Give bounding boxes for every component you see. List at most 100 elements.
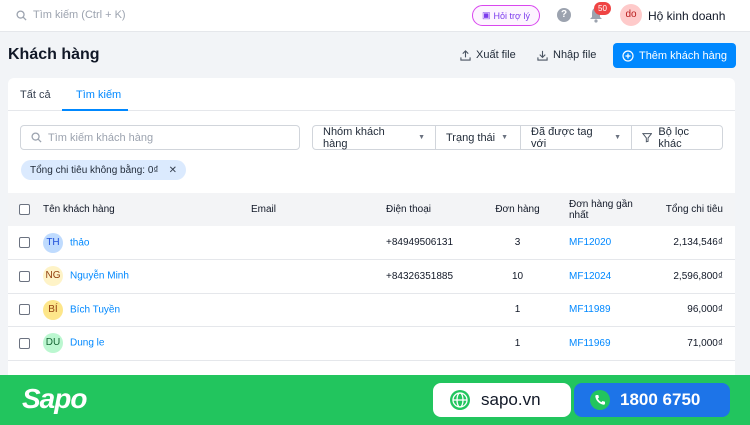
last-order-link[interactable]: MF11969 <box>569 338 611 349</box>
tab-search[interactable]: Tìm kiếm <box>76 89 121 101</box>
tab-bar: Tất cả Tìm kiếm <box>8 78 735 111</box>
row-checkbox[interactable] <box>19 236 30 248</box>
last-order-link[interactable]: MF12024 <box>569 271 611 282</box>
assistant-button[interactable]: ▣ Hỏi trợ lý <box>472 5 540 26</box>
plus-circle-icon <box>622 49 634 62</box>
table-row[interactable]: NG Nguyễn Minh +84326351885 10 MF12024 2,596,… <box>8 259 735 294</box>
help-icon[interactable]: ? <box>557 8 571 22</box>
sapo-logo: Sapo <box>22 383 87 414</box>
filter-bar: Nhóm khách hàng ▼ Trạng thái ▼ Đã được t… <box>312 125 723 150</box>
more-filters-button[interactable]: Bộ lọc khác <box>632 126 722 150</box>
header-orders[interactable]: Đơn hàng <box>481 193 554 226</box>
avatar[interactable]: do <box>620 4 642 26</box>
search-icon <box>16 9 27 21</box>
row-checkbox[interactable] <box>19 337 30 349</box>
customer-phone: +84949506131 <box>386 226 481 260</box>
header-total-spent[interactable]: Tổng chi tiêu <box>654 193 735 226</box>
customer-total-spent: 96,000₫ <box>654 293 735 327</box>
tag-label: Đã được tag với <box>531 125 593 150</box>
customer-group-filter[interactable]: Nhóm khách hàng ▼ <box>313 126 436 150</box>
filter-funnel-icon <box>642 133 653 143</box>
customer-total-spent: 2,596,800₫ <box>654 259 735 294</box>
row-select-cell <box>8 293 38 327</box>
customer-search-input[interactable]: Tìm kiếm khách hàng <box>20 125 300 150</box>
customer-name-cell: BÍ Bích Tuyền <box>38 293 251 327</box>
customer-name-cell: DU Dung le <box>38 326 251 361</box>
tag-filter[interactable]: Đã được tag với ▼ <box>521 125 632 150</box>
customer-name-link[interactable]: Bích Tuyền <box>70 304 120 315</box>
customer-total-spent: 71,000₫ <box>654 326 735 361</box>
promo-banner: Sapo sapo.vn 1800 6750 <box>0 375 750 425</box>
hotline-pill[interactable]: 1800 6750 <box>574 383 730 417</box>
download-icon <box>537 50 548 61</box>
customer-phone: +84326351885 <box>386 259 481 294</box>
header-email[interactable]: Email <box>251 193 386 226</box>
row-checkbox[interactable] <box>19 304 30 316</box>
last-order-cell: MF11989 <box>554 293 654 327</box>
customer-order-count: 1 <box>481 326 554 361</box>
tab-all[interactable]: Tất cả <box>20 89 51 101</box>
last-order-link[interactable]: MF11989 <box>569 304 611 315</box>
top-bar: Tìm kiếm (Ctrl + K) ▣ Hỏi trợ lý ? 50 do… <box>0 0 750 32</box>
customer-name-link[interactable]: Dung le <box>70 338 104 349</box>
row-checkbox[interactable] <box>19 270 30 282</box>
assistant-label: Hỏi trợ lý <box>493 10 530 21</box>
page-title: Khách hàng <box>8 46 100 63</box>
customer-avatar: TH <box>43 232 63 253</box>
search-icon <box>31 132 42 143</box>
export-button[interactable]: Xuất file <box>460 49 516 61</box>
add-customer-label: Thêm khách hàng <box>638 49 728 62</box>
row-select-cell <box>8 226 38 260</box>
customer-phone <box>386 326 481 361</box>
customer-order-count: 1 <box>481 293 554 327</box>
customer-name-link[interactable]: Nguyễn Minh <box>70 271 129 282</box>
customer-phone <box>386 293 481 327</box>
select-all-checkbox[interactable] <box>19 203 30 215</box>
global-search-placeholder: Tìm kiếm (Ctrl + K) <box>33 9 126 21</box>
customer-email <box>251 226 386 260</box>
customer-email <box>251 293 386 327</box>
caret-down-icon: ▼ <box>501 134 509 141</box>
add-customer-button[interactable]: Thêm khách hàng <box>613 43 736 68</box>
header-last-order[interactable]: Đơn hàng gần nhất <box>554 193 654 226</box>
select-all-cell <box>8 193 38 226</box>
customer-order-count: 3 <box>481 226 554 260</box>
assistant-icon: ▣ <box>482 10 491 20</box>
customer-email <box>251 326 386 361</box>
hotline-text: 1800 6750 <box>620 390 701 409</box>
last-order-cell: MF12024 <box>554 259 654 294</box>
status-label: Trạng thái <box>446 131 496 144</box>
globe-icon <box>450 390 470 410</box>
header-name[interactable]: Tên khách hàng <box>38 193 251 226</box>
export-label: Xuất file <box>476 49 516 61</box>
status-filter[interactable]: Trạng thái ▼ <box>436 126 521 149</box>
customer-order-count: 10 <box>481 259 554 294</box>
global-search[interactable]: Tìm kiếm (Ctrl + K) <box>16 9 126 21</box>
last-order-link[interactable]: MF12020 <box>569 237 611 248</box>
active-filter-chip: Tổng chi tiêu không bằng: 0₫ ✕ <box>21 160 186 180</box>
customers-table: Tên khách hàng Email Điện thoại Đơn hàng… <box>8 193 735 361</box>
customer-name-link[interactable]: thảo <box>70 237 89 248</box>
close-icon[interactable]: ✕ <box>169 165 177 176</box>
row-select-cell <box>8 259 38 294</box>
last-order-cell: MF11969 <box>554 326 654 361</box>
header-phone[interactable]: Điện thoại <box>386 193 481 226</box>
notification-badge: 50 <box>594 2 611 15</box>
caret-down-icon: ▼ <box>418 134 425 141</box>
table-row[interactable]: BÍ Bích Tuyền 1 MF11989 96,000₫ <box>8 293 735 327</box>
import-label: Nhập file <box>553 49 597 61</box>
customer-name-cell: TH thảo <box>38 226 251 260</box>
store-name[interactable]: Hộ kinh doanh <box>648 9 725 23</box>
row-select-cell <box>8 326 38 361</box>
customer-email <box>251 259 386 294</box>
import-button[interactable]: Nhập file <box>537 49 596 61</box>
customer-avatar: NG <box>43 266 63 287</box>
table-row[interactable]: TH thảo +84949506131 3 MF12020 2,134,546₫ <box>8 226 735 260</box>
last-order-cell: MF12020 <box>554 226 654 260</box>
table-row[interactable]: DU Dung le 1 MF11969 71,000₫ <box>8 326 735 361</box>
customer-total-spent: 2,134,546₫ <box>654 226 735 260</box>
website-pill[interactable]: sapo.vn <box>433 383 571 417</box>
active-filter-label: Tổng chi tiêu không bằng: 0₫ <box>30 164 159 176</box>
phone-icon <box>590 390 610 410</box>
active-tab-indicator <box>62 109 128 111</box>
